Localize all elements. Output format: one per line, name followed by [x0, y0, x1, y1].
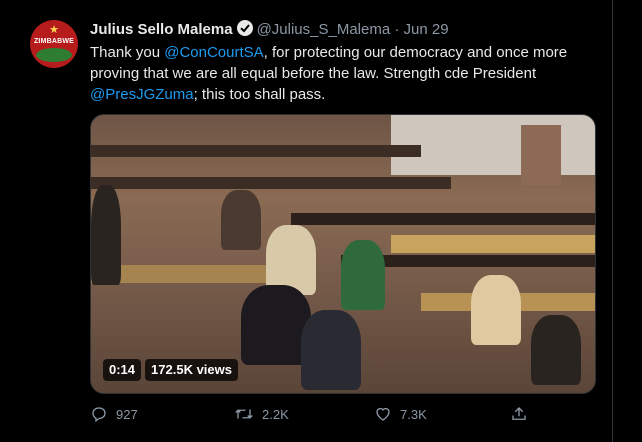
video-duration: 0:14 [103, 359, 142, 381]
video-frame-seats [91, 177, 451, 189]
separator: · [394, 21, 400, 38]
video-frame-person [531, 315, 581, 385]
avatar[interactable]: ★ ZIMBABWE [30, 20, 78, 68]
avatar-star-icon: ★ [49, 24, 59, 36]
video-frame-seats [91, 145, 421, 157]
avatar-logo-text: ZIMBABWE [33, 38, 75, 45]
author-name[interactable]: Julius Sello Malema [90, 21, 233, 38]
right-panel-edge [612, 0, 642, 442]
video-frame-person [301, 310, 361, 390]
reply-button[interactable]: 927 [90, 402, 138, 426]
reply-count: 927 [116, 406, 138, 422]
tweet-header: Julius Sello Malema @Julius_S_Malema · Ju… [90, 20, 449, 40]
retweet-icon [235, 409, 253, 419]
tweet-date[interactable]: Jun 29 [404, 21, 449, 38]
retweet-count: 2.2K [262, 406, 289, 422]
video-frame-person [471, 275, 521, 345]
share-icon [512, 407, 526, 420]
video-frame-pillar [521, 125, 561, 185]
reply-icon [92, 407, 106, 423]
video-frame-person [91, 185, 121, 285]
mention-link[interactable]: @PresJGZuma [90, 86, 194, 103]
video-overlay: 0:14 172.5K views [103, 359, 238, 381]
share-button[interactable] [510, 402, 528, 426]
video-frame-seats [291, 213, 595, 225]
video-frame-desk [391, 235, 595, 253]
left-panel-edge [0, 0, 12, 442]
like-button[interactable]: 7.3K [374, 402, 427, 426]
video-frame-wall [391, 115, 595, 175]
video-views: 172.5K views [145, 359, 238, 381]
video-frame-person [221, 190, 261, 250]
video-player[interactable]: 0:14 172.5K views [90, 114, 596, 394]
like-icon [376, 407, 390, 421]
tweet[interactable]: ★ ZIMBABWE Julius Sello Malema @Julius_S_… [16, 0, 612, 442]
mention-link[interactable]: @ConCourtSA [164, 44, 263, 61]
retweet-button[interactable]: 2.2K [234, 402, 289, 426]
author-handle[interactable]: @Julius_S_Malema [257, 21, 391, 38]
tweet-text-part: ; this too shall pass. [193, 86, 326, 103]
like-count: 7.3K [400, 406, 427, 422]
video-frame-person [341, 240, 385, 310]
tweet-actions: 927 2.2K 7.3K [90, 402, 526, 426]
tweet-text-part: Thank you [90, 44, 165, 61]
verified-badge-icon [236, 20, 253, 36]
avatar-logo-shape [36, 48, 72, 62]
tweet-text: Thank you @ConCourtSA, for protecting ou… [90, 42, 582, 105]
